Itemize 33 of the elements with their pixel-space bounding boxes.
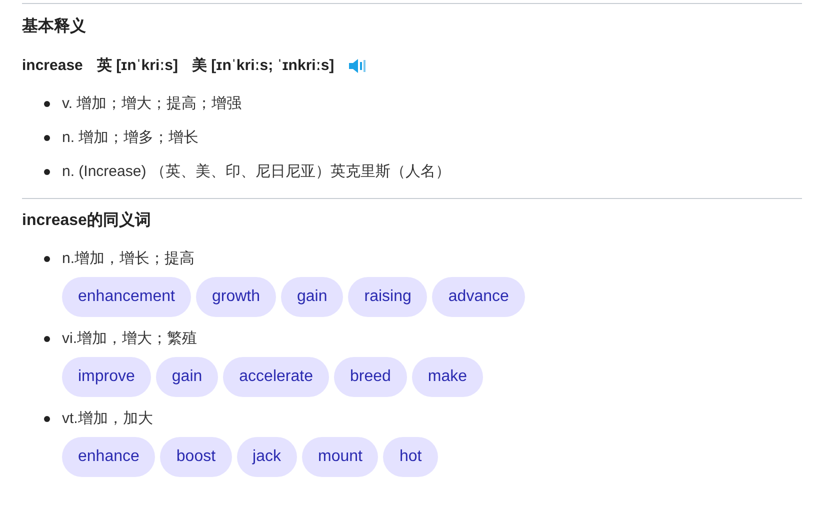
headword: increase — [22, 56, 83, 76]
bullet-icon — [44, 169, 50, 175]
synonym-tag[interactable]: gain — [156, 357, 218, 397]
synonym-tag[interactable]: enhance — [62, 437, 156, 477]
synonym-tag[interactable]: jack — [236, 437, 297, 477]
synonym-tag[interactable]: accelerate — [223, 357, 329, 397]
synonym-sense: n.增加，增长；提高 — [62, 249, 195, 269]
section-title: 基本释义 — [22, 17, 87, 37]
synonym-tag[interactable]: boost — [160, 437, 232, 477]
bullet-icon — [44, 256, 50, 262]
definition-text: v. 增加；增大；提高；增强 — [62, 94, 242, 114]
bullet-icon — [44, 336, 50, 342]
definition-text: n. (Increase) （英、美、印、尼日尼亚）英克里斯（人名） — [62, 162, 450, 182]
synonym-tag[interactable]: growth — [196, 277, 276, 317]
synonym-tag[interactable]: advance — [432, 277, 525, 317]
speaker-icon[interactable] — [348, 58, 366, 74]
section-title: increase的同义词 — [22, 211, 152, 231]
definition-text: n. 增加；增多；增长 — [62, 128, 199, 148]
bullet-icon — [44, 101, 50, 107]
synonym-tag[interactable]: hot — [383, 437, 438, 477]
uk-pronunciation: 英 [ɪnˈkriːs] — [96, 56, 178, 76]
synonym-tag[interactable]: gain — [281, 277, 344, 317]
bullet-icon — [44, 135, 50, 141]
synonym-tag[interactable]: make — [412, 357, 484, 397]
synonym-tag[interactable]: mount — [302, 437, 378, 477]
bullet-icon — [44, 416, 50, 422]
synonym-tag[interactable]: raising — [348, 277, 428, 317]
synonym-tag[interactable]: enhancement — [62, 277, 191, 317]
synonym-tag[interactable]: breed — [334, 357, 407, 397]
synonym-sense: vt.增加，加大 — [62, 409, 153, 429]
synonym-tag[interactable]: improve — [62, 357, 151, 397]
synonym-sense: vi.增加，增大；繁殖 — [62, 329, 197, 349]
us-pronunciation: 美 [ɪnˈkriːs; ˈɪnkriːs] — [192, 56, 334, 76]
